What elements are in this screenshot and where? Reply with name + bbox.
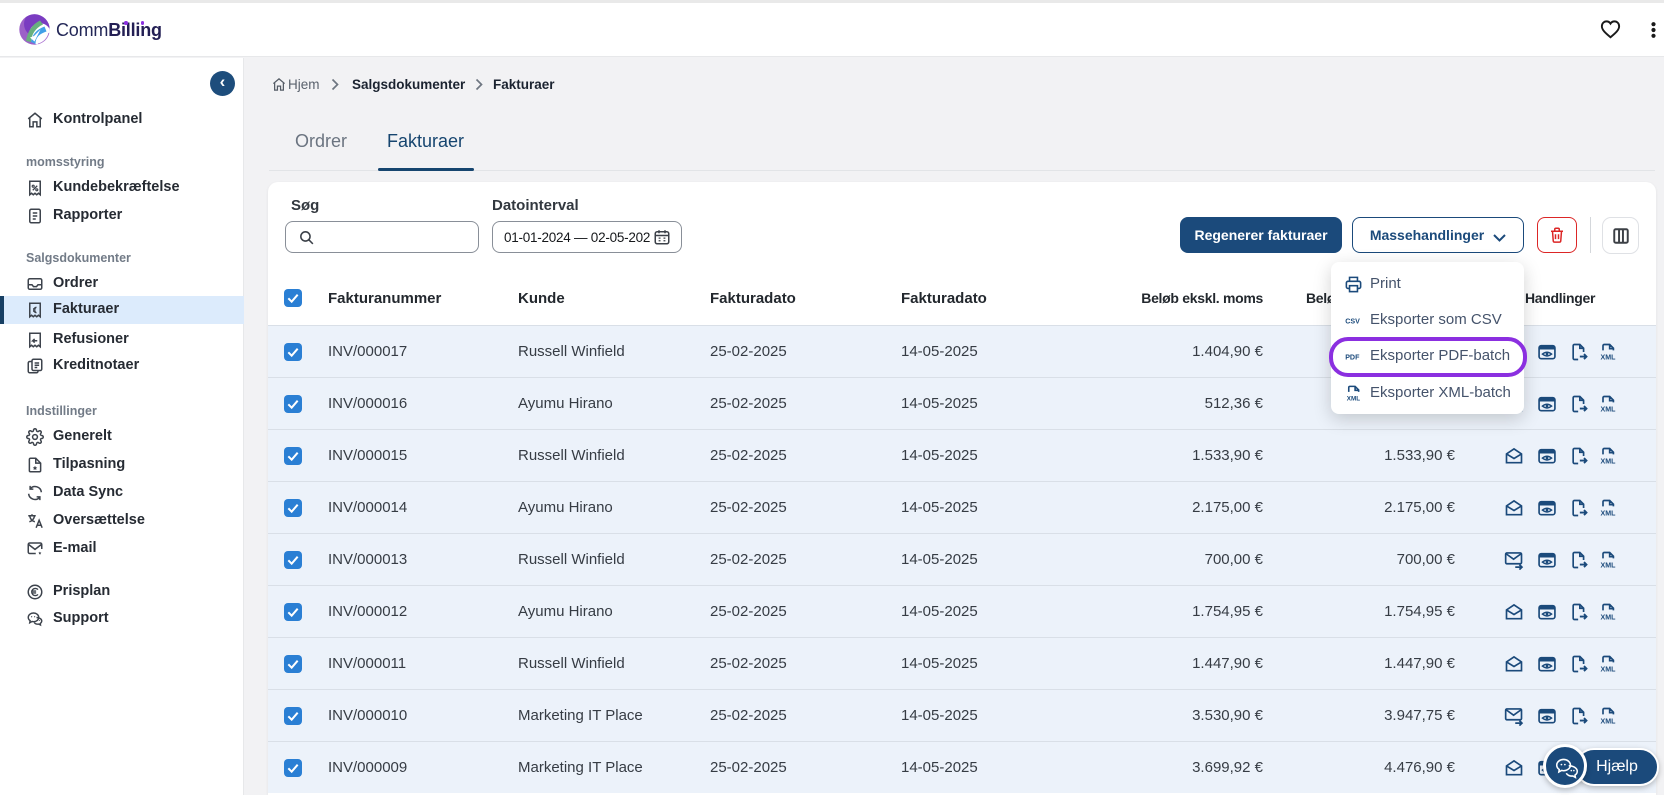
- svg-text:XML: XML: [1347, 396, 1360, 403]
- svg-text:XML: XML: [1601, 406, 1617, 414]
- svg-text:XML: XML: [1601, 614, 1617, 622]
- svg-text:CSV: CSV: [1345, 318, 1360, 326]
- svg-text:XML: XML: [1601, 458, 1617, 466]
- svg-text:XML: XML: [1601, 718, 1617, 726]
- svg-text:XML: XML: [1601, 354, 1617, 362]
- svg-text:XML: XML: [1601, 666, 1617, 674]
- svg-text:XML: XML: [1601, 562, 1617, 570]
- svg-text:XML: XML: [1601, 510, 1617, 518]
